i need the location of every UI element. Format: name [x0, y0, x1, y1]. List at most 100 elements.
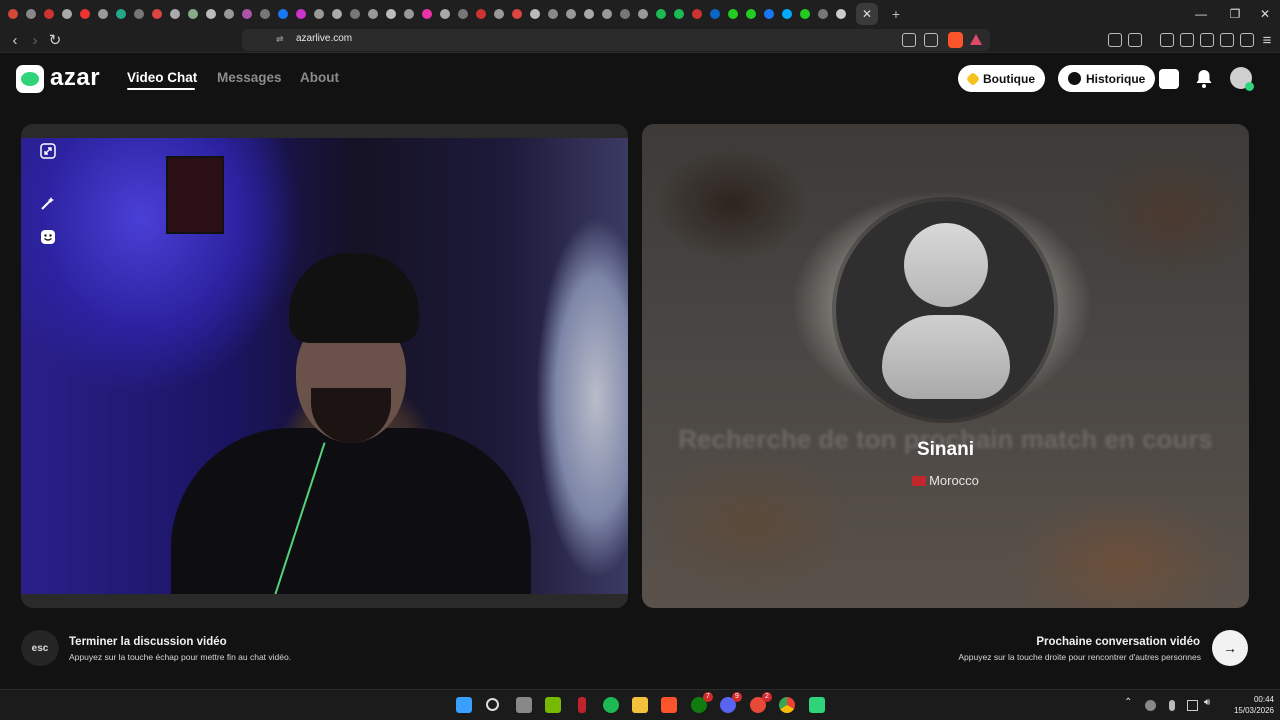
pinned-tab-favicon[interactable] — [26, 8, 36, 19]
pinned-tab-favicon[interactable] — [368, 8, 378, 19]
network-cloud-icon[interactable] — [1145, 700, 1156, 711]
pinned-tab-favicon[interactable] — [62, 8, 72, 19]
pinned-tab-favicon[interactable] — [818, 8, 828, 19]
pinned-tab-favicon[interactable] — [692, 8, 702, 19]
end-chat-esc-button[interactable]: esc — [21, 630, 59, 666]
nvidia-icon[interactable] — [545, 697, 561, 713]
xbox-icon[interactable]: 7 — [691, 692, 713, 713]
active-tab-close-button[interactable]: ✕ — [856, 2, 878, 25]
azar-app-icon[interactable] — [809, 697, 825, 713]
back-button[interactable]: ‹ — [6, 31, 24, 49]
spotify-icon[interactable] — [603, 697, 619, 713]
search-icon[interactable] — [486, 698, 499, 711]
notification-bell-icon[interactable] — [1195, 69, 1215, 89]
pinned-tab-favicon[interactable] — [638, 8, 648, 19]
pinned-tab-favicon[interactable] — [80, 8, 90, 19]
pinned-tab-favicon[interactable] — [800, 8, 810, 19]
screenshot-icon[interactable] — [1128, 33, 1142, 47]
task-view-icon[interactable] — [516, 697, 532, 713]
boutique-button[interactable]: Boutique — [958, 65, 1045, 92]
vpn-icon[interactable] — [1240, 33, 1254, 47]
expand-icon[interactable] — [39, 142, 57, 160]
pinned-tab-favicon[interactable] — [206, 8, 216, 19]
address-bar[interactable]: ⇌ azarlive.com — [242, 29, 990, 51]
open-in-app-icon[interactable] — [902, 33, 916, 47]
maximize-window-button[interactable]: ❐ — [1218, 0, 1252, 27]
pinned-tab-favicon[interactable] — [602, 8, 612, 19]
next-chat-button[interactable]: → — [1212, 630, 1248, 666]
pinned-tab-favicon[interactable] — [512, 8, 522, 19]
start-menu-icon[interactable] — [456, 697, 472, 713]
brave-shields-icon[interactable] — [948, 32, 963, 48]
pinned-tab-favicon[interactable] — [620, 8, 630, 19]
azar-logo-text[interactable]: azar — [50, 64, 100, 92]
pinned-tab-favicon[interactable] — [260, 8, 270, 19]
reload-button[interactable]: ↻ — [46, 31, 64, 49]
system-clock[interactable]: 00:44 15/03/2026 — [1222, 694, 1274, 716]
pinned-tab-favicon[interactable] — [44, 8, 54, 19]
wallet-icon[interactable] — [1200, 33, 1214, 47]
volume-icon[interactable]: 🔊︎ — [1204, 697, 1215, 708]
file-explorer-icon[interactable] — [632, 697, 648, 713]
chrome-icon[interactable] — [779, 697, 795, 713]
sidebar-icon[interactable] — [1180, 33, 1194, 47]
pinned-tab-favicon[interactable] — [746, 8, 756, 19]
discord-icon[interactable]: 9 — [720, 692, 742, 713]
forward-button[interactable]: › — [26, 31, 44, 49]
pinned-tab-favicon[interactable] — [332, 8, 342, 19]
pinned-tab-favicon[interactable] — [548, 8, 558, 19]
pinned-tab-favicon[interactable] — [530, 8, 540, 19]
azar-logo-icon[interactable] — [16, 65, 44, 93]
pinned-tab-favicon[interactable] — [674, 8, 684, 19]
media-icon[interactable] — [1160, 33, 1174, 47]
menu-icon[interactable]: ≡ — [1258, 31, 1276, 49]
magic-wand-icon[interactable] — [39, 194, 57, 212]
pinned-tab-favicon[interactable] — [8, 8, 18, 19]
historique-button[interactable]: Historique — [1058, 65, 1156, 92]
pinned-tab-favicon[interactable] — [386, 8, 396, 19]
site-info-icon[interactable]: ⇌ — [276, 34, 284, 45]
pinned-tab-favicon[interactable] — [782, 8, 792, 19]
share-icon[interactable] — [924, 33, 938, 47]
tray-overflow-icon[interactable]: ⌃ — [1124, 697, 1135, 708]
pinned-tab-favicon[interactable] — [170, 8, 180, 19]
pinned-tab-favicon[interactable] — [134, 8, 144, 19]
pinned-tab-favicon[interactable] — [242, 8, 252, 19]
pinned-tab-favicon[interactable] — [152, 8, 162, 19]
brave-rewards-icon[interactable] — [970, 34, 982, 45]
red-app-icon[interactable] — [578, 697, 586, 713]
leo-ai-icon[interactable] — [1220, 33, 1234, 47]
pinned-tab-favicon[interactable] — [440, 8, 450, 19]
profile-avatar[interactable] — [1230, 67, 1254, 91]
pinned-tab-favicon[interactable] — [422, 8, 432, 19]
pinned-tab-favicon[interactable] — [476, 8, 486, 19]
pinned-tab-favicon[interactable] — [494, 8, 504, 19]
inventory-box-icon[interactable] — [1159, 69, 1179, 89]
nav-about[interactable]: About — [300, 70, 339, 85]
pinned-tab-favicon[interactable] — [458, 8, 468, 19]
close-window-button[interactable]: ✕ — [1248, 0, 1280, 27]
game-app-icon[interactable]: 2 — [750, 692, 772, 713]
pinned-tab-favicon[interactable] — [404, 8, 414, 19]
extensions-icon[interactable] — [1108, 33, 1122, 47]
pinned-tab-favicon[interactable] — [764, 8, 774, 19]
display-icon[interactable] — [1187, 700, 1198, 711]
pinned-tab-favicon[interactable] — [656, 8, 666, 19]
pinned-tab-favicon[interactable] — [224, 8, 234, 19]
pinned-tab-favicon[interactable] — [728, 8, 738, 19]
pinned-tab-favicon[interactable] — [836, 8, 846, 19]
sticker-icon[interactable] — [39, 228, 57, 246]
minimize-window-button[interactable]: — — [1184, 0, 1218, 27]
pinned-tab-favicon[interactable] — [296, 8, 306, 19]
pinned-tab-favicon[interactable] — [710, 8, 720, 19]
pinned-tab-favicon[interactable] — [350, 8, 360, 19]
new-tab-button[interactable]: + — [886, 6, 906, 22]
pinned-tab-favicon[interactable] — [278, 8, 288, 19]
brave-browser-icon[interactable] — [661, 697, 677, 713]
microphone-icon[interactable] — [1169, 700, 1175, 711]
pinned-tab-favicon[interactable] — [566, 8, 576, 19]
pinned-tab-favicon[interactable] — [116, 8, 126, 19]
nav-video-chat[interactable]: Video Chat — [127, 70, 197, 85]
pinned-tab-favicon[interactable] — [188, 8, 198, 19]
nav-messages[interactable]: Messages — [217, 70, 282, 85]
